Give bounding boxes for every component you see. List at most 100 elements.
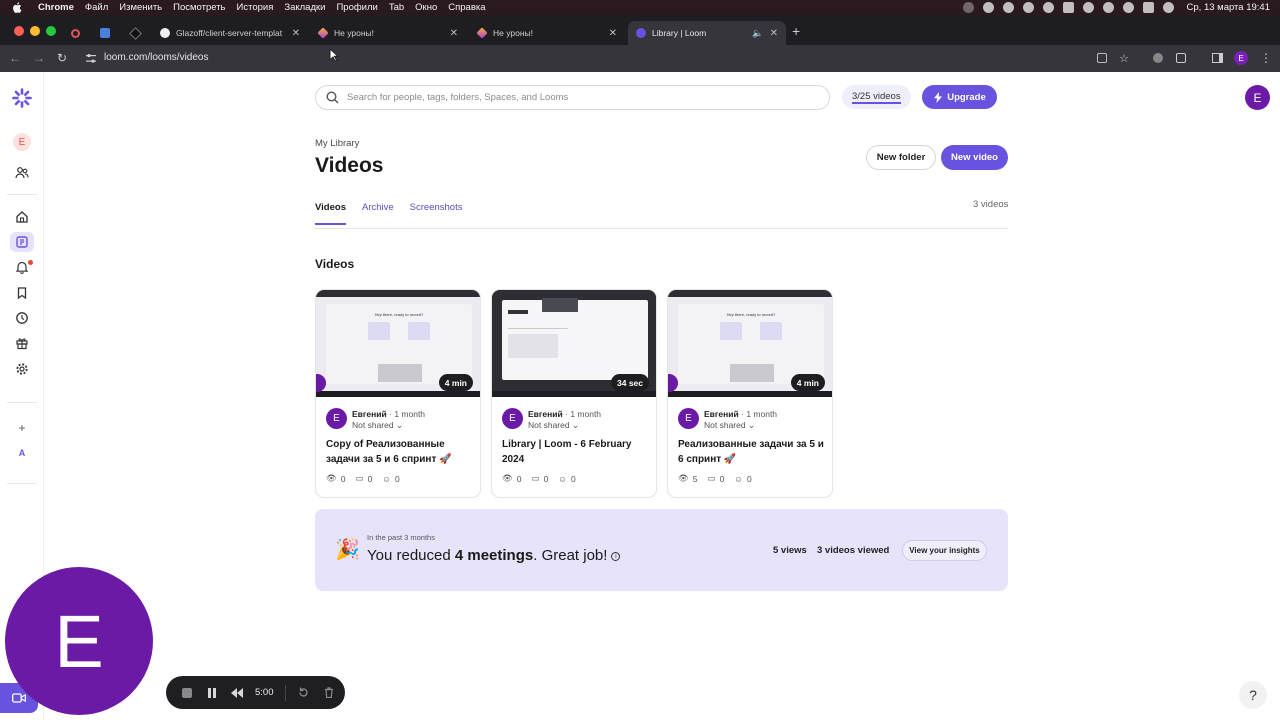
minimize-window-button[interactable] bbox=[30, 26, 40, 36]
workspace-avatar[interactable]: E bbox=[10, 132, 34, 152]
control-center-icon[interactable] bbox=[1142, 2, 1154, 13]
menu-history[interactable]: История bbox=[237, 2, 274, 13]
close-window-button[interactable] bbox=[14, 26, 24, 36]
close-tab-icon[interactable]: ✕ bbox=[609, 28, 617, 39]
menu-tab[interactable]: Tab bbox=[389, 2, 404, 13]
trash-icon[interactable] bbox=[322, 686, 336, 700]
video-thumbnail[interactable]: Hey there, ready to record? 4 min bbox=[316, 290, 480, 397]
menubar-clock[interactable]: Ср, 13 марта 19:41 bbox=[1187, 2, 1270, 13]
menu-view[interactable]: Посмотреть bbox=[173, 2, 225, 13]
share-status-text: Not shared bbox=[352, 420, 394, 430]
menu-bookmarks[interactable]: Закладки bbox=[284, 2, 325, 13]
author-name[interactable]: Евгений bbox=[704, 409, 739, 419]
close-tab-icon[interactable]: ✕ bbox=[770, 28, 778, 39]
browser-menu-icon[interactable]: ⋮ bbox=[1258, 50, 1274, 66]
back-button[interactable]: ← bbox=[9, 51, 21, 65]
new-tab-button[interactable]: + bbox=[792, 23, 800, 39]
tab-archive[interactable]: Archive bbox=[362, 202, 394, 225]
info-icon[interactable]: i bbox=[611, 551, 621, 561]
side-panel-icon[interactable] bbox=[1209, 50, 1225, 66]
input-source-icon[interactable] bbox=[1062, 2, 1074, 13]
translate-page-icon[interactable] bbox=[1094, 50, 1110, 66]
upgrade-button[interactable]: Upgrade bbox=[922, 85, 997, 109]
video-title[interactable]: Copy of Реализованные задачи за 5 и 6 сп… bbox=[326, 437, 476, 467]
tab-github[interactable]: Glazoff/client-server-templat ✕ bbox=[152, 21, 308, 45]
close-tab-icon[interactable]: ✕ bbox=[292, 28, 300, 39]
camera-bubble-avatar[interactable]: E bbox=[5, 567, 153, 715]
github-icon[interactable] bbox=[1042, 2, 1054, 13]
author-avatar[interactable]: E bbox=[678, 408, 699, 429]
bookmark-star-icon[interactable]: ☆ bbox=[1116, 50, 1132, 66]
tab-videos[interactable]: Videos bbox=[315, 202, 346, 225]
pinned-tab-app[interactable] bbox=[122, 21, 148, 45]
reload-button[interactable]: ↻ bbox=[57, 51, 67, 65]
forward-button[interactable]: → bbox=[33, 51, 45, 65]
wifi-icon[interactable] bbox=[1102, 2, 1114, 13]
tab-page-3[interactable]: Не уроны! ✕ bbox=[469, 21, 625, 45]
pinned-tab-record[interactable] bbox=[62, 21, 88, 45]
history-clock-icon[interactable] bbox=[10, 308, 34, 328]
search-input[interactable]: Search for people, tags, folders, Spaces… bbox=[315, 85, 830, 110]
stop-icon[interactable] bbox=[180, 686, 194, 700]
zoom-window-button[interactable] bbox=[46, 26, 56, 36]
apple-icon[interactable] bbox=[12, 2, 24, 13]
view-insights-button[interactable]: View your insights bbox=[902, 540, 987, 561]
home-icon[interactable] bbox=[10, 207, 34, 227]
add-workspace-icon[interactable]: + bbox=[10, 418, 34, 438]
sync-icon[interactable] bbox=[1022, 2, 1034, 13]
close-tab-icon[interactable]: ✕ bbox=[450, 28, 458, 39]
menu-edit[interactable]: Изменить bbox=[119, 2, 162, 13]
video-thumbnail[interactable]: 34 sec bbox=[492, 290, 656, 397]
video-thumbnail[interactable]: Hey there, ready to record? 4 min bbox=[668, 290, 832, 397]
tab-screenshots[interactable]: Screenshots bbox=[410, 202, 463, 225]
new-video-button[interactable]: New video bbox=[941, 145, 1008, 170]
gift-icon[interactable] bbox=[10, 333, 34, 353]
video-card[interactable]: Hey there, ready to record? 4 min E Евге… bbox=[667, 289, 833, 498]
url-field[interactable]: loom.com/looms/videos bbox=[104, 52, 208, 63]
share-status[interactable]: Not shared ⌄ bbox=[352, 420, 403, 431]
author-avatar[interactable]: E bbox=[502, 408, 523, 429]
share-status[interactable]: Not shared ⌄ bbox=[528, 420, 579, 431]
people-icon[interactable] bbox=[10, 163, 34, 183]
menu-profiles[interactable]: Профили bbox=[336, 2, 377, 13]
play-icon[interactable] bbox=[1002, 2, 1014, 13]
menu-help[interactable]: Справка bbox=[448, 2, 485, 13]
siri-icon[interactable] bbox=[1162, 2, 1174, 13]
vpn-icon[interactable] bbox=[1082, 2, 1094, 13]
restart-icon[interactable] bbox=[297, 686, 311, 700]
video-card[interactable]: 34 sec E Евгений · 1 month Not shared ⌄ … bbox=[491, 289, 657, 498]
loom-logo-icon[interactable] bbox=[10, 88, 34, 108]
profile-avatar[interactable]: E bbox=[1233, 50, 1249, 66]
help-button[interactable]: ? bbox=[1239, 681, 1267, 709]
share-status[interactable]: Not shared ⌄ bbox=[704, 420, 755, 431]
menu-file[interactable]: Файл bbox=[85, 2, 108, 13]
pause-icon[interactable] bbox=[205, 686, 219, 700]
video-title[interactable]: Library | Loom - 6 February 2024 bbox=[502, 437, 652, 467]
author-name[interactable]: Евгений bbox=[528, 409, 563, 419]
mic-icon[interactable] bbox=[962, 2, 974, 13]
breadcrumb[interactable]: My Library bbox=[315, 138, 359, 149]
extension-record-icon[interactable] bbox=[1150, 50, 1166, 66]
library-icon[interactable] bbox=[10, 232, 34, 252]
gamepad-icon[interactable] bbox=[982, 2, 994, 13]
user-avatar[interactable]: E bbox=[1245, 85, 1270, 110]
new-folder-button[interactable]: New folder bbox=[866, 145, 936, 170]
author-name[interactable]: Евгений bbox=[352, 409, 387, 419]
tab-page-2[interactable]: Не уроны! ✕ bbox=[310, 21, 466, 45]
workspace-letter[interactable]: A bbox=[10, 443, 34, 463]
tab-loom-library[interactable]: Library | Loom 🔈 ✕ bbox=[628, 21, 786, 45]
rewind-icon[interactable] bbox=[230, 686, 244, 700]
menu-app-name[interactable]: Chrome bbox=[38, 2, 74, 13]
video-card[interactable]: Hey there, ready to record? 4 min E Евге… bbox=[315, 289, 481, 498]
speaker-icon[interactable]: 🔈 bbox=[752, 28, 763, 39]
extensions-puzzle-icon[interactable] bbox=[1173, 50, 1189, 66]
video-title[interactable]: Реализованные задачи за 5 и 6 спринт 🚀 bbox=[678, 437, 828, 467]
bookmark-icon[interactable] bbox=[10, 283, 34, 303]
menu-window[interactable]: Окно bbox=[415, 2, 437, 13]
author-avatar[interactable]: E bbox=[326, 408, 347, 429]
site-settings-icon[interactable] bbox=[86, 54, 96, 63]
settings-gear-icon[interactable] bbox=[10, 359, 34, 379]
pinned-tab-translate[interactable] bbox=[92, 21, 118, 45]
spotlight-icon[interactable] bbox=[1122, 2, 1134, 13]
video-quota-badge[interactable]: 3/25 videos bbox=[842, 85, 911, 109]
